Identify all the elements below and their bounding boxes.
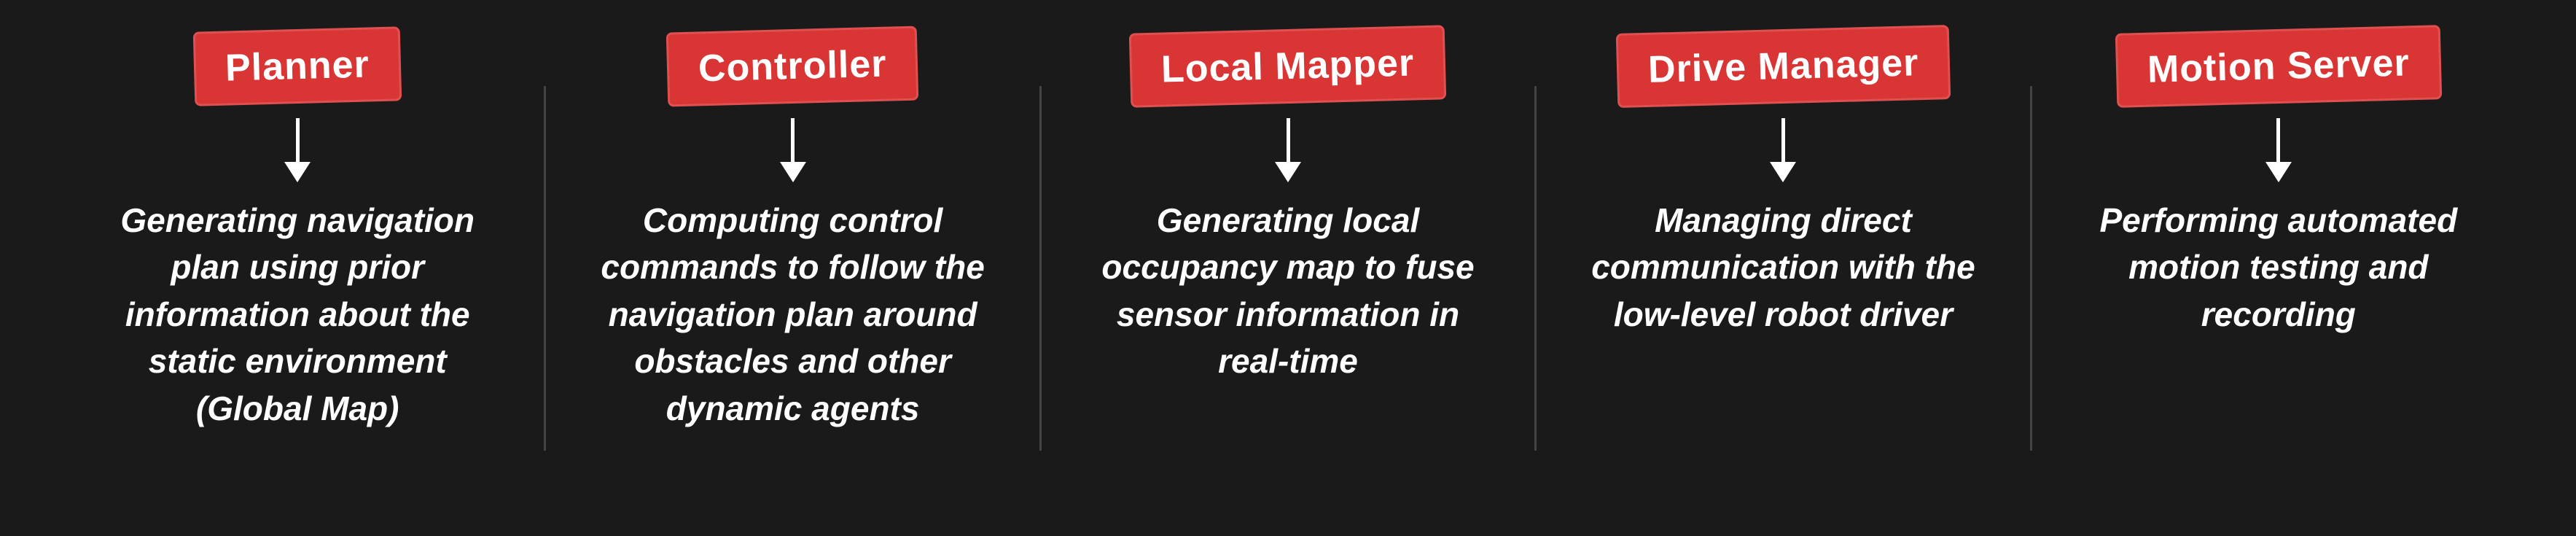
arrow-motion-server xyxy=(2265,118,2292,182)
column-divider xyxy=(2030,86,2032,451)
description-drive-manager: Managing direct communication with the l… xyxy=(1572,197,1994,338)
badge-motion-server: Motion Server xyxy=(2115,25,2442,108)
column-drive-manager: Drive ManagerManaging direct communicati… xyxy=(1544,29,2022,338)
description-controller: Computing control commands to follow the… xyxy=(582,197,1004,432)
column-divider xyxy=(1534,86,1537,451)
arrow-line xyxy=(1287,118,1290,162)
arrow-head xyxy=(1770,162,1796,182)
badge-planner: Planner xyxy=(193,26,402,106)
arrow-head xyxy=(780,162,806,182)
column-motion-server: Motion ServerPerforming automated motion… xyxy=(2040,29,2518,338)
main-container: Planner Generating navigation plan using … xyxy=(0,0,2576,536)
column-divider xyxy=(544,86,546,451)
column-local-mapper: Local MapperGenerating local occupancy m… xyxy=(1049,29,1527,385)
arrow-line xyxy=(791,118,795,162)
arrow-drive-manager xyxy=(1770,118,1796,182)
arrow-planner xyxy=(284,118,311,182)
arrow-controller xyxy=(780,118,806,182)
arrow-local-mapper xyxy=(1275,118,1301,182)
column-divider xyxy=(1039,86,1042,451)
arrow-head xyxy=(2265,162,2292,182)
description-local-mapper: Generating local occupancy map to fuse s… xyxy=(1077,197,1499,385)
arrow-line xyxy=(296,118,300,162)
description-motion-server: Performing automated motion testing and … xyxy=(2067,197,2490,338)
column-controller: Controller Computing control commands to … xyxy=(553,29,1031,432)
arrow-head xyxy=(1275,162,1301,182)
description-planner: Generating navigation plan using prior i… xyxy=(86,197,509,432)
column-planner: Planner Generating navigation plan using … xyxy=(58,29,536,432)
badge-local-mapper: Local Mapper xyxy=(1129,25,1447,107)
arrow-head xyxy=(284,162,311,182)
badge-controller: Controller xyxy=(666,26,919,107)
badge-drive-manager: Drive Manager xyxy=(1615,25,1951,108)
arrow-line xyxy=(2276,118,2280,162)
arrow-line xyxy=(1781,118,1785,162)
